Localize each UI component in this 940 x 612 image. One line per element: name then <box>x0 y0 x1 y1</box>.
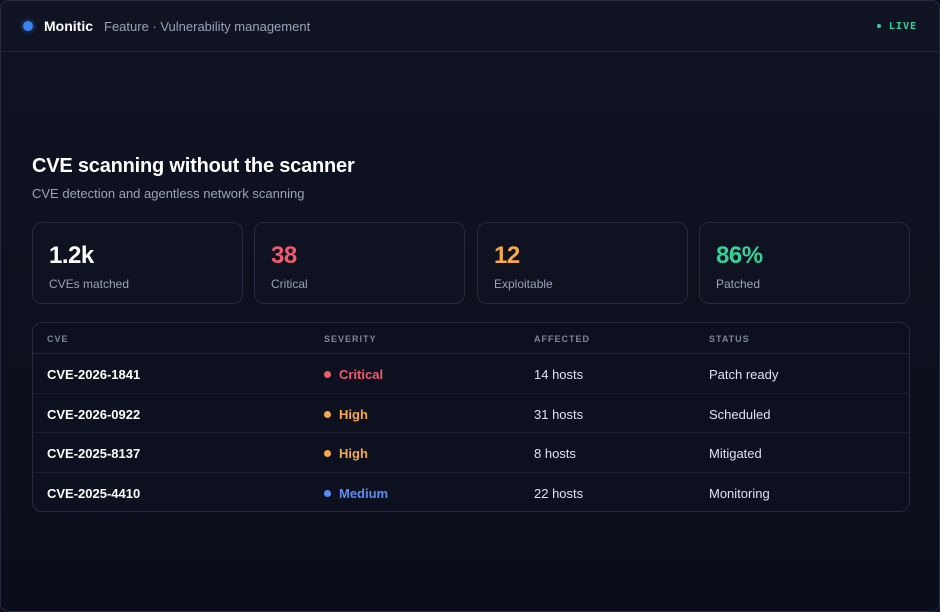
page-title: CVE scanning without the scanner <box>32 155 355 177</box>
status-text: Monitoring <box>709 485 770 501</box>
severity-label: Medium <box>339 485 389 501</box>
affected-hosts: 14 hosts <box>534 367 584 382</box>
status-text: Scheduled <box>709 406 771 422</box>
column-header-severity[interactable]: SEVERITY <box>324 334 377 344</box>
affected-hosts: 22 hosts <box>534 485 584 501</box>
column-header-affected[interactable]: AFFECTED <box>534 334 590 344</box>
stat-value: 38 <box>271 242 297 269</box>
live-indicator: LIVE <box>876 20 917 32</box>
table-row[interactable]: CVE-2025-8137 High 8 hosts Mitigated <box>33 433 909 473</box>
severity-badge: High <box>324 446 368 461</box>
cve-table: CVE SEVERITY AFFECTED STATUS CVE-2026-18… <box>32 322 910 512</box>
column-header-cve[interactable]: CVE <box>47 334 69 344</box>
stat-value: 1.2k <box>49 242 94 269</box>
severity-badge: High <box>324 407 368 422</box>
stats-row: 1.2k CVEs matched 38 Critical 12 Exploit… <box>32 222 910 304</box>
stat-label: CVEs matched <box>49 277 130 291</box>
severity-dot-icon <box>324 489 331 497</box>
status-text: Patch ready <box>709 367 779 382</box>
app-window: Monitic Feature · Vulnerability manageme… <box>0 0 940 612</box>
stat-label: Patched <box>716 277 761 291</box>
column-header-status[interactable]: STATUS <box>709 334 750 344</box>
page-subtitle: Feature · Vulnerability management <box>104 18 311 34</box>
cve-id[interactable]: CVE-2026-0922 <box>47 407 140 422</box>
stat-card-exploitable: 12 Exploitable <box>477 222 688 304</box>
top-bar: Monitic Feature · Vulnerability manageme… <box>1 1 939 52</box>
table-row[interactable]: CVE-2026-0922 High 31 hosts Scheduled <box>33 394 909 433</box>
affected-hosts: 8 hosts <box>534 446 576 461</box>
severity-dot-icon <box>324 371 331 378</box>
live-dot-icon <box>876 24 881 28</box>
table-row[interactable]: CVE-2026-1841 Critical 14 hosts Patch re… <box>33 354 909 394</box>
severity-dot-icon <box>324 450 331 457</box>
cve-id[interactable]: CVE-2025-4410 <box>47 486 140 501</box>
status-text: Mitigated <box>709 446 762 461</box>
severity-label: High <box>339 446 368 461</box>
severity-badge: Medium <box>324 486 388 501</box>
affected-hosts: 31 hosts <box>534 406 584 422</box>
severity-label: High <box>339 406 368 422</box>
page-description: CVE detection and agentless network scan… <box>32 186 305 201</box>
brand-dot-icon <box>23 21 33 31</box>
stat-label: Critical <box>271 277 308 291</box>
cve-id[interactable]: CVE-2026-1841 <box>47 367 140 382</box>
live-label: LIVE <box>888 20 917 32</box>
severity-badge: Critical <box>324 367 383 382</box>
stat-card-critical: 38 Critical <box>254 222 465 304</box>
cve-id[interactable]: CVE-2025-8137 <box>47 446 140 461</box>
severity-label: Critical <box>339 367 384 382</box>
stat-value: 86% <box>716 242 763 269</box>
brand-name[interactable]: Monitic <box>44 18 93 34</box>
stat-value: 12 <box>494 242 520 269</box>
stat-card-cves-matched: 1.2k CVEs matched <box>32 222 243 304</box>
severity-dot-icon <box>324 410 331 418</box>
stat-card-patched: 86% Patched <box>699 222 910 304</box>
table-row[interactable]: CVE-2025-4410 Medium 22 hosts Monitoring <box>33 473 909 512</box>
table-header: CVE SEVERITY AFFECTED STATUS <box>33 323 909 354</box>
stat-label: Exploitable <box>494 277 553 291</box>
